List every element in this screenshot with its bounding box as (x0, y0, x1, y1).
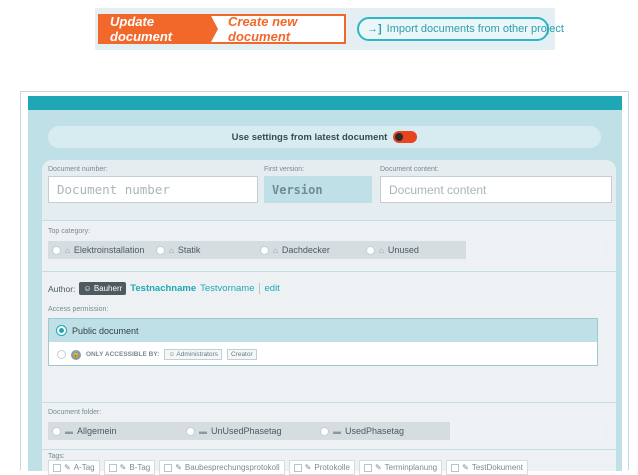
import-arrow-icon: →] (367, 23, 382, 35)
house-icon: ⌂ (65, 245, 70, 255)
edit-author-link[interactable]: edit (258, 283, 280, 294)
tag-checkbox[interactable]: ✎ Protokolle (288, 460, 355, 475)
checkbox (53, 463, 61, 472)
top-category-option[interactable]: ⌂ Elektroinstallation (48, 241, 152, 259)
panel-body: Use settings from latest document Docume… (28, 110, 622, 475)
tag-icon: ✎ (462, 463, 469, 472)
house-icon: ⌂ (379, 245, 384, 255)
tag-checkbox[interactable]: ✎ B-Tag (103, 460, 156, 475)
tag-icon: ✎ (374, 463, 382, 472)
use-latest-settings-label: Use settings from latest document (231, 131, 388, 143)
role-pill-administrators[interactable]: ☺ Administrators (164, 349, 222, 360)
radio-dot (320, 426, 329, 436)
folder-icon: ▬ (199, 426, 207, 436)
tag-icon: ✎ (175, 463, 182, 472)
radio-dot (186, 426, 195, 436)
radio-dot (57, 350, 66, 359)
empty-option-slot (450, 422, 604, 440)
lock-icon: 🔒 (71, 349, 81, 360)
create-new-document-tab[interactable]: Create new document (210, 14, 346, 44)
top-category-option[interactable]: ⌂ Unused (362, 241, 466, 259)
document-content-label: Document content: (380, 166, 439, 173)
radio-dot (260, 245, 269, 255)
checkbox (293, 463, 302, 472)
tag-icon: ✎ (64, 463, 71, 472)
use-latest-settings-row: Use settings from latest document (48, 126, 601, 148)
folder-option[interactable]: ▬ Allgemein (48, 422, 182, 440)
radio-dot (52, 426, 61, 436)
house-icon: ⌂ (273, 245, 278, 255)
document-form-panel: Use settings from latest document Docume… (20, 91, 629, 475)
user-icon: ☺ (168, 351, 175, 358)
restricted-access-option[interactable]: 🔒 ONLY ACCESSIBLE BY: ☺ Administrators C… (49, 343, 597, 366)
role-pill-creator[interactable]: Creator (226, 349, 257, 360)
tags-label: Tags: (48, 453, 65, 460)
checkbox (363, 463, 372, 472)
public-document-option[interactable]: Public document (49, 319, 597, 342)
document-folder-label: Document folder: (48, 409, 102, 416)
panel-header-bar (28, 96, 622, 110)
user-icon: ☺ (83, 284, 92, 293)
radio-selected-dot (57, 326, 66, 335)
document-identity-section: Document number: Document number First v… (42, 160, 616, 220)
access-permission-box: Public document 🔒 ONLY ACCESSIBLE BY: ☺ … (48, 318, 598, 366)
folder-icon: ▬ (333, 426, 341, 436)
first-version-label: First version: (264, 166, 305, 173)
document-folder-section: Document folder: ▬ Allgemein ▬ UnUsedPhase… (42, 403, 616, 449)
import-documents-label: Import documents from other project (386, 23, 564, 35)
top-category-section: Top category: ⌂ Elektroinstallation ⌂ Stat… (42, 221, 616, 271)
top-category-option[interactable]: ⌂ Statik (152, 241, 256, 259)
mode-toolbar: Update document Create new document →] I… (95, 8, 564, 50)
import-documents-button[interactable]: →] Import documents from other project (357, 17, 564, 41)
author-lastname[interactable]: Testnachname (130, 283, 196, 294)
tags-section: Tags: ✎ A-Tag ✎ B-Tag ✎ Baubesprechungsprot… (42, 450, 616, 475)
author-label: Author: (48, 283, 76, 294)
document-number-label: Document number: (48, 166, 108, 173)
tag-checkbox[interactable]: ✎ TestDokument (446, 460, 528, 475)
access-permission-label: Access permission: (48, 306, 109, 313)
checkbox (164, 463, 173, 472)
radio-dot (52, 245, 61, 255)
use-latest-settings-toggle[interactable] (393, 131, 418, 143)
radio-dot (366, 245, 375, 255)
first-version-input[interactable]: Version (264, 176, 372, 203)
house-icon: ⌂ (169, 245, 174, 255)
radio-dot (156, 245, 165, 255)
folder-options: ▬ Allgemein ▬ UnUsedPhasetag ▬ UsedPhasetag (48, 422, 604, 440)
top-category-label: Top category: (48, 228, 91, 235)
tag-icon: ✎ (119, 463, 127, 472)
author-role-badge: ☺ Bauherr (79, 282, 127, 295)
tag-checkbox[interactable]: ✎ Terminplanung (358, 460, 443, 475)
toggle-knob (395, 133, 404, 141)
update-document-tab[interactable]: Update document (98, 14, 218, 44)
top-category-option[interactable]: ⌂ Dachdecker (256, 241, 362, 259)
checkbox (108, 463, 117, 472)
tag-checkbox[interactable]: ✎ A-Tag (48, 460, 100, 475)
checkbox (451, 463, 460, 472)
mode-segmented-control: Update document Create new document (98, 14, 346, 44)
tag-checkbox[interactable]: ✎ Baubesprechungsprotokoll (159, 460, 285, 475)
folder-icon: ▬ (65, 426, 73, 436)
only-accessible-label: ONLY ACCESSIBLE BY: (86, 351, 160, 358)
folder-option[interactable]: ▬ UsedPhasetag (316, 422, 450, 440)
document-content-input[interactable]: Document content (380, 176, 612, 203)
empty-option-slot (466, 241, 604, 259)
folder-option[interactable]: ▬ UnUsedPhasetag (182, 422, 316, 440)
top-category-options: ⌂ Elektroinstallation ⌂ Statik ⌂ Dachdecker… (48, 241, 604, 259)
tag-icon: ✎ (304, 463, 312, 472)
author-firstname[interactable]: Testvorname (200, 283, 254, 294)
author-row: Author: ☺ Bauherr Testnachname Testvorna… (48, 282, 280, 295)
author-access-section: Author: ☺ Bauherr Testnachname Testvorna… (42, 272, 616, 402)
tags-list: ✎ A-Tag ✎ B-Tag ✎ Baubesprechungsprotokoll … (48, 460, 528, 475)
document-number-input[interactable]: Document number (48, 176, 258, 203)
